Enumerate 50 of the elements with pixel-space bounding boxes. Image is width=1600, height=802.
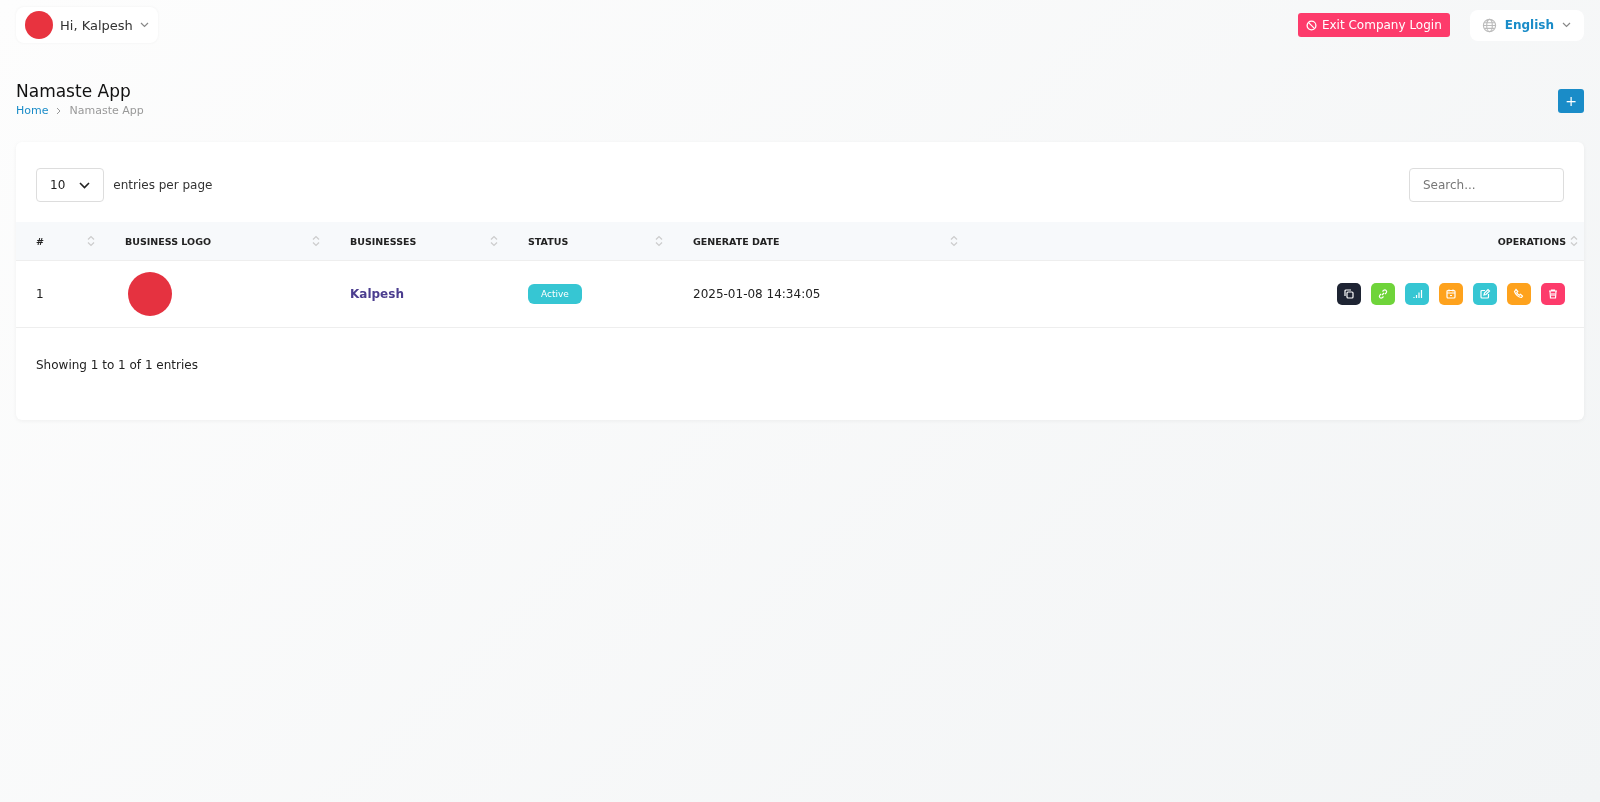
breadcrumb-link[interactable]: Home: [16, 104, 49, 117]
calendar-icon: [1445, 288, 1457, 300]
breadcrumb-current: Namaste App: [69, 104, 144, 117]
copy-icon: [1343, 288, 1355, 300]
chevron-right-icon: [56, 106, 62, 115]
column-header[interactable]: STATUS: [508, 222, 673, 261]
table-cell: 1: [16, 260, 105, 328]
chart-button[interactable]: [1405, 283, 1429, 305]
calendar-button[interactable]: [1439, 283, 1463, 305]
column-header[interactable]: #: [16, 222, 105, 261]
chevron-down-icon: [1562, 22, 1571, 28]
sort-icon: [490, 235, 498, 247]
column-header[interactable]: OPERATIONS: [968, 222, 1584, 261]
entries-info: Showing 1 to 1 of 1 entries: [35, 357, 199, 374]
business-link[interactable]: Kalpesh: [350, 287, 404, 301]
page-title: Namaste App: [16, 81, 132, 101]
chevron-down-icon: [79, 181, 91, 189]
status-badge: Active: [528, 284, 582, 304]
sort-icon: [87, 235, 95, 247]
copy-button[interactable]: [1337, 283, 1361, 305]
photo-placeholder: [128, 272, 172, 316]
language-selector[interactable]: English: [1469, 9, 1584, 41]
edit-icon: [1479, 288, 1491, 300]
sort-icon: [655, 235, 663, 247]
column-header[interactable]: BUSINESS LOGO: [105, 222, 330, 261]
chevron-down-icon: [139, 22, 149, 28]
user-menu[interactable]: Hi, Kalpesh: [16, 7, 158, 43]
phone-button[interactable]: [1507, 283, 1531, 305]
globe-icon: [1481, 17, 1497, 33]
user-greeting: Hi, Kalpesh: [60, 17, 133, 33]
entries-select[interactable]: 10: [36, 168, 105, 202]
language-label: English: [1504, 18, 1554, 32]
avatar-icon: [25, 11, 53, 39]
add-button[interactable]: +: [1558, 89, 1584, 113]
edit-button[interactable]: [1473, 283, 1497, 305]
delete-icon: [1547, 288, 1559, 300]
column-header[interactable]: BUSINESSES: [330, 222, 508, 261]
table-cell: 2025-01-08 14:34:05: [673, 260, 968, 328]
sort-icon: [312, 235, 320, 247]
column-header[interactable]: GENERATE DATE: [673, 222, 968, 261]
sort-icon: [950, 235, 958, 247]
link-button[interactable]: [1371, 283, 1395, 305]
entries-label: entries per page: [113, 178, 213, 192]
link-icon: [1377, 288, 1389, 300]
search-field[interactable]: Search...: [1409, 168, 1564, 202]
phone-icon: [1513, 288, 1525, 300]
sort-icon: [1570, 235, 1578, 247]
delete-button[interactable]: [1541, 283, 1565, 305]
chart-icon: [1411, 288, 1423, 300]
ban-icon: [1305, 19, 1317, 31]
